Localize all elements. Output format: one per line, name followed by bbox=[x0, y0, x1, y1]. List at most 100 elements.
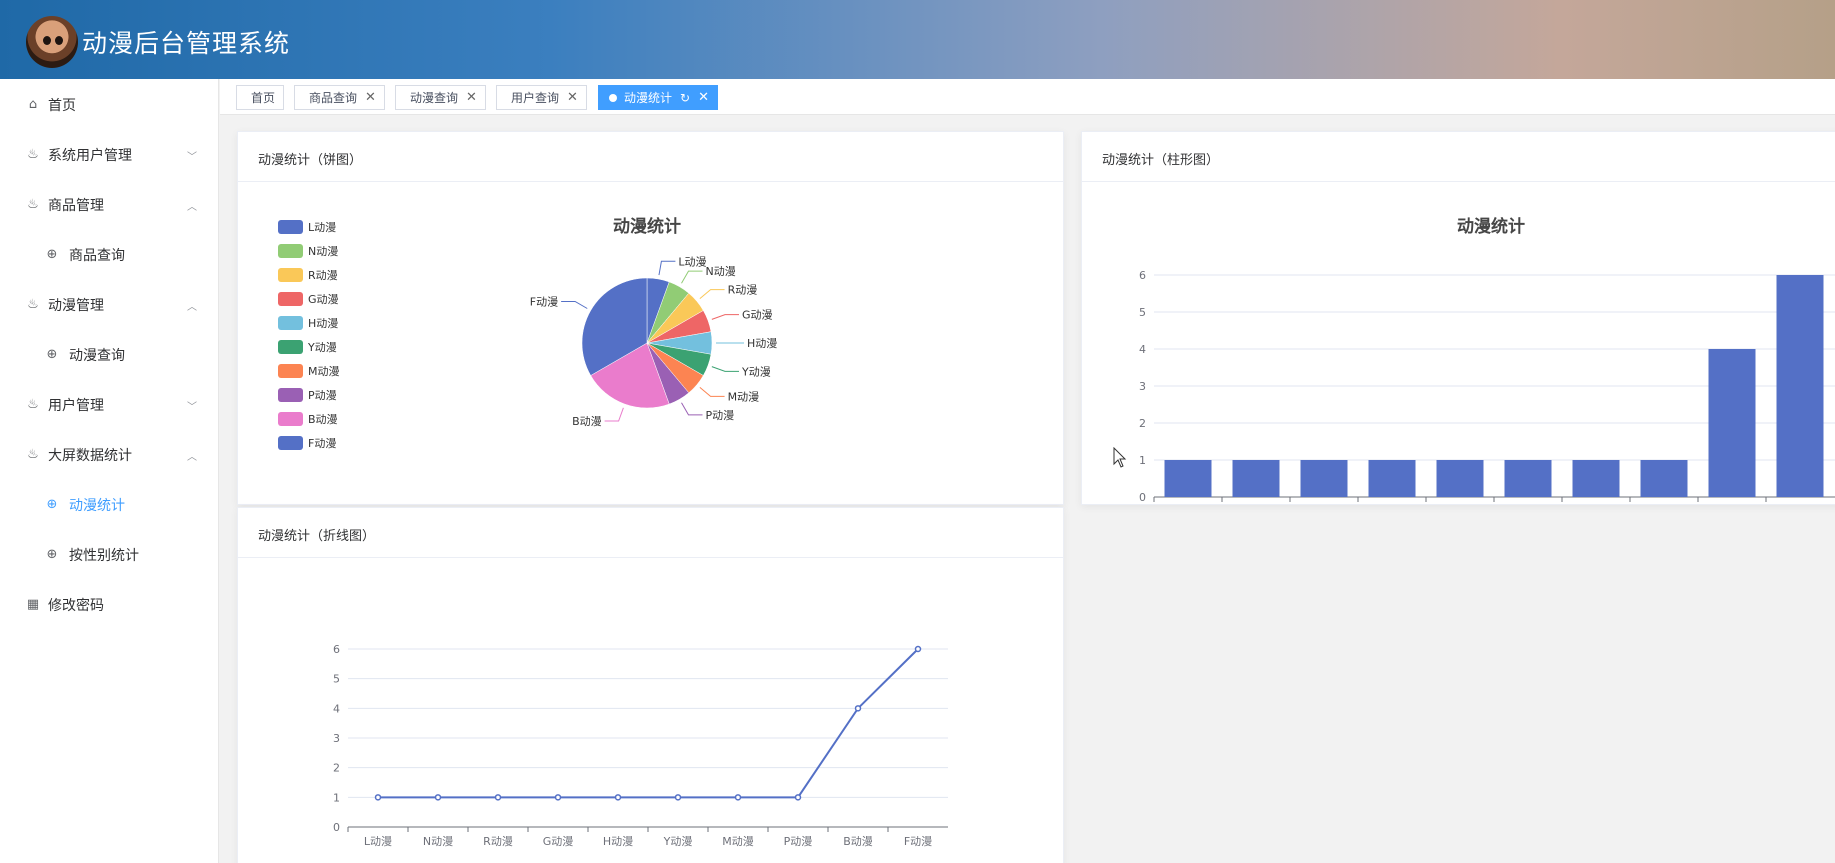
pie-slice-label: H动漫 bbox=[747, 336, 777, 350]
pie-legend-swatch[interactable] bbox=[278, 412, 303, 426]
bar[interactable] bbox=[1368, 460, 1416, 497]
line-point[interactable] bbox=[614, 794, 622, 801]
pie-legend-label[interactable]: G动漫 bbox=[308, 292, 339, 306]
pie-legend-swatch[interactable] bbox=[278, 244, 303, 258]
bar[interactable] bbox=[1708, 349, 1756, 497]
chevron-down-icon: ﹀ bbox=[187, 151, 197, 163]
pie-legend-label[interactable]: P动漫 bbox=[308, 388, 337, 402]
pie-slice-label: Y动漫 bbox=[741, 364, 771, 378]
bar[interactable] bbox=[1504, 460, 1552, 497]
sidebar-item-change-password[interactable]: ▦ 修改密码 bbox=[0, 585, 219, 625]
bar[interactable] bbox=[1572, 460, 1620, 497]
line-point[interactable] bbox=[794, 794, 802, 801]
bowl-icon: ♨ bbox=[27, 397, 39, 412]
sidebar-item-anime-stats[interactable]: ⊕ 动漫统计 bbox=[0, 485, 219, 525]
pie-legend-label[interactable]: Y动漫 bbox=[307, 340, 337, 354]
sidebar-item-gender-stats[interactable]: ⊕ 按性别统计 bbox=[0, 535, 219, 575]
pie-legend-label[interactable]: M动漫 bbox=[308, 364, 340, 378]
chevron-up-icon: ︿ bbox=[187, 451, 197, 463]
bar-card-header: 动漫统计（柱形图） bbox=[1082, 132, 1835, 182]
bar-chart-card: 动漫统计（柱形图） 动漫统计0123456L动漫N动漫R动漫G动漫H动漫Y动漫M… bbox=[1081, 131, 1835, 518]
pie-chart: 动漫统计L动漫N动漫R动漫G动漫H动漫Y动漫M动漫P动漫B动漫F动漫L动漫N动漫… bbox=[278, 216, 777, 450]
tab-product-query[interactable]: 商品查询 ✕ bbox=[294, 85, 385, 110]
close-icon[interactable]: ✕ bbox=[365, 90, 376, 105]
pie-legend-label[interactable]: F动漫 bbox=[308, 436, 336, 450]
tab-user-query[interactable]: 用户查询 ✕ bbox=[496, 85, 587, 110]
refresh-icon[interactable]: ↻ bbox=[680, 91, 690, 105]
sidebar-item-product-management[interactable]: ♨ 商品管理 ︿ bbox=[0, 185, 219, 225]
bar[interactable] bbox=[1164, 460, 1212, 497]
tab-home[interactable]: 首页 bbox=[236, 85, 285, 110]
line-x-tick-label: B动漫 bbox=[843, 834, 873, 848]
line-point[interactable] bbox=[434, 794, 442, 801]
pie-label-line bbox=[711, 314, 739, 320]
bar[interactable] bbox=[1300, 460, 1348, 497]
pie-legend-label[interactable]: N动漫 bbox=[308, 244, 338, 258]
pie-legend-label[interactable]: H动漫 bbox=[308, 316, 338, 330]
pie-slice-label: R动漫 bbox=[728, 283, 758, 297]
pie-chart-card: 动漫统计（饼图） 动漫统计 L动漫 N动漫 R动漫 G动漫 H动漫 Y动漫 M动漫 P动漫 B动漫… bbox=[237, 131, 1064, 505]
sidebar-item-anime-query[interactable]: ⊕ 动漫查询 bbox=[0, 335, 219, 375]
pie-legend-label[interactable]: L动漫 bbox=[308, 220, 336, 234]
sidebar-item-home[interactable]: ⌂ 首页 bbox=[0, 85, 219, 125]
pie-legend-swatch[interactable] bbox=[278, 292, 303, 306]
pie-label-line bbox=[681, 270, 703, 284]
sidebar-item-anime-management[interactable]: ♨ 动漫管理 ︿ bbox=[0, 285, 219, 325]
line-x-tick-label: P动漫 bbox=[784, 834, 813, 848]
pie-slice-label: N动漫 bbox=[706, 264, 736, 278]
active-dot-icon bbox=[609, 93, 617, 102]
pie-legend-swatch[interactable] bbox=[278, 316, 303, 330]
sidebar-item-user-management[interactable]: ♨ 用户管理 ﹀ bbox=[0, 385, 219, 425]
pie-chart-title: 动漫统计 bbox=[613, 216, 681, 237]
line-y-tick-label: 2 bbox=[333, 762, 340, 775]
pie-label-line bbox=[699, 289, 725, 300]
line-point[interactable] bbox=[674, 794, 682, 801]
sidebar-item-product-query[interactable]: ⊕ 商品查询 bbox=[0, 235, 219, 275]
bar[interactable] bbox=[1232, 460, 1280, 497]
grid-icon: ▦ bbox=[26, 597, 40, 612]
bar[interactable] bbox=[1776, 275, 1824, 497]
bar-y-tick-label: 4 bbox=[1139, 343, 1146, 356]
bar[interactable] bbox=[1436, 460, 1484, 497]
close-icon[interactable]: ✕ bbox=[567, 90, 578, 105]
line-y-tick-label: 1 bbox=[333, 791, 340, 804]
line-point[interactable] bbox=[734, 794, 742, 801]
basketball-icon: ⊕ bbox=[46, 497, 58, 512]
line-point[interactable] bbox=[374, 794, 382, 801]
line-y-tick-label: 4 bbox=[333, 702, 340, 715]
pie-legend-label[interactable]: R动漫 bbox=[308, 268, 338, 282]
line-x-tick-label: F动漫 bbox=[904, 834, 932, 848]
pie-legend-swatch[interactable] bbox=[278, 268, 303, 282]
line-point[interactable] bbox=[554, 794, 562, 801]
close-icon[interactable]: ✕ bbox=[466, 90, 477, 105]
sidebar-item-system-users[interactable]: ♨ 系统用户管理 ﹀ bbox=[0, 135, 219, 175]
pie-label-line bbox=[681, 402, 703, 416]
bar[interactable] bbox=[1640, 460, 1688, 497]
bar-y-tick-label: 3 bbox=[1139, 380, 1146, 393]
pie-legend-swatch[interactable] bbox=[278, 436, 303, 450]
basketball-icon: ⊕ bbox=[46, 347, 58, 362]
pie-card-header: 动漫统计（饼图） bbox=[238, 132, 1063, 182]
pie-legend-label[interactable]: B动漫 bbox=[308, 412, 338, 426]
bar-y-tick-label: 2 bbox=[1139, 417, 1146, 430]
line-x-tick-label: N动漫 bbox=[423, 834, 453, 848]
line-point[interactable] bbox=[854, 705, 862, 712]
sidebar-item-dashboard-stats[interactable]: ♨ 大屏数据统计 ︿ bbox=[0, 435, 219, 475]
bar-chart-title: 动漫统计 bbox=[1457, 216, 1525, 237]
line-point[interactable] bbox=[494, 794, 502, 801]
pie-legend-swatch[interactable] bbox=[278, 340, 303, 354]
close-icon[interactable]: ✕ bbox=[698, 90, 709, 105]
bowl-icon: ♨ bbox=[27, 147, 39, 162]
pie-legend-swatch[interactable] bbox=[278, 220, 303, 234]
pie-legend-swatch[interactable] bbox=[278, 364, 303, 378]
chevron-up-icon: ︿ bbox=[187, 201, 197, 213]
pie-legend-swatch[interactable] bbox=[278, 388, 303, 402]
pie-slice-label: B动漫 bbox=[572, 414, 602, 428]
basketball-icon: ⊕ bbox=[46, 247, 58, 262]
tab-anime-stats[interactable]: 动漫统计 ↻ ✕ bbox=[598, 85, 718, 110]
bar-y-tick-label: 6 bbox=[1139, 269, 1146, 282]
tab-anime-query[interactable]: 动漫查询 ✕ bbox=[395, 85, 486, 110]
pie-label-line bbox=[604, 407, 624, 422]
line-point[interactable] bbox=[914, 645, 922, 653]
bar-y-tick-label: 0 bbox=[1139, 491, 1146, 504]
